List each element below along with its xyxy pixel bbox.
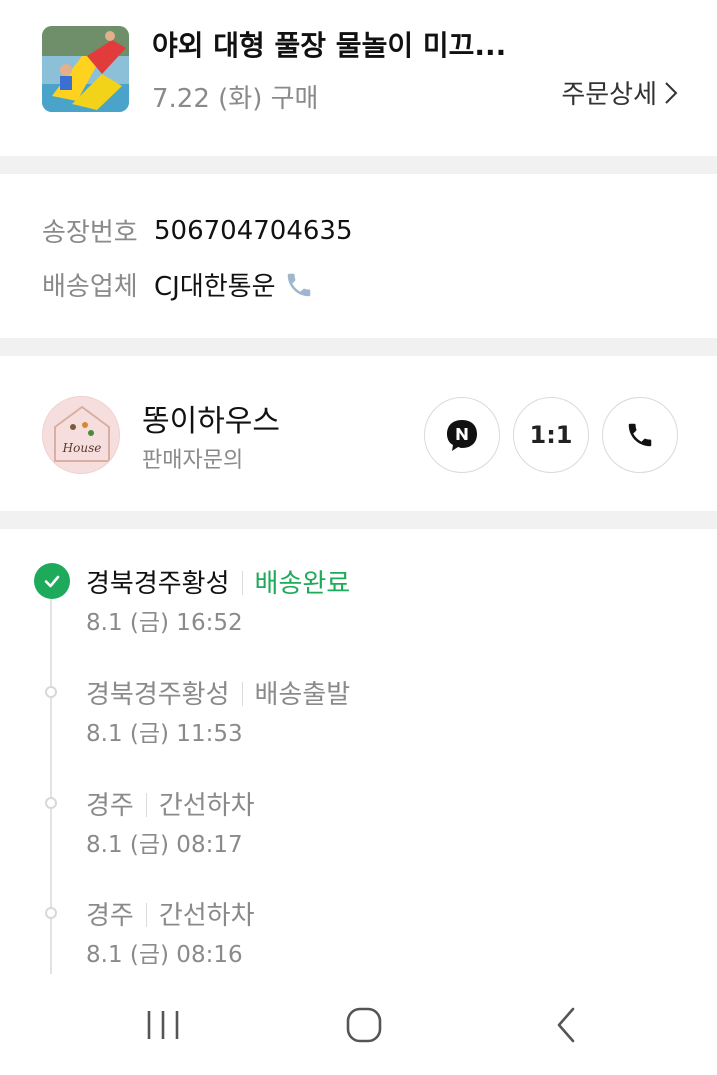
tracking-step: 경북경주황성 배송출발 8.1 (금) 11:53 [0,674,717,774]
timeline-dot-icon [45,686,57,698]
step-status: 배송완료 [254,569,351,599]
check-circle-icon [34,563,70,599]
tracking-number-value[interactable]: 506704704635 [154,216,353,246]
step-time: 8.1 (금) 16:52 [86,610,243,636]
step-time: 8.1 (금) 08:16 [86,942,243,968]
separator [241,682,243,706]
product-title[interactable]: 야외 대형 풀장 물놀이 미끄... [152,24,552,64]
product-header: 야외 대형 풀장 물놀이 미끄... 7.22 (화) 구매 주문상세 [0,0,717,156]
chevron-right-icon [665,81,678,104]
naver-talk-icon [447,420,477,451]
one-to-one-inquiry-button[interactable]: 1:1 [513,397,589,473]
tracking-number-label: 송장번호 [42,218,138,248]
step-location-status: 경북경주황성 배송출발 [86,674,350,711]
timeline-dot-icon [45,907,57,919]
carrier-name: CJ대한통운 [154,272,276,302]
back-icon [557,1007,575,1043]
svg-text:House: House [62,441,102,455]
carrier-label: 배송업체 [42,272,138,302]
product-thumbnail[interactable] [42,26,129,112]
step-status: 간선하차 [158,901,255,931]
seller-inquiry-label: 판매자문의 [142,448,244,473]
section-divider [0,156,717,174]
step-time: 8.1 (금) 08:17 [86,832,243,858]
step-status: 배송출발 [254,680,351,710]
back-button[interactable] [536,997,596,1053]
phone-icon[interactable] [284,270,314,300]
system-navigation-bar [0,975,717,1075]
step-location: 경주 [86,791,134,821]
naver-talk-button[interactable] [424,397,500,473]
step-status: 간선하차 [158,791,255,821]
tracking-step: 경주 간선하차 8.1 (금) 08:17 [0,785,717,885]
section-divider [0,338,717,356]
step-location: 경북경주황성 [86,680,230,710]
delivery-tracking-page: 야외 대형 풀장 물놀이 미끄... 7.22 (화) 구매 주문상세 송장번호… [0,0,717,1075]
home-icon [346,1007,382,1043]
phone-icon [628,423,652,447]
seller-name[interactable]: 똥이하우스 [142,396,280,440]
tracking-step: 경북경주황성 배송완료 8.1 (금) 16:52 [0,563,717,663]
section-divider [0,511,717,529]
purchase-date: 7.22 (화) 구매 [152,84,319,114]
separator [145,903,147,927]
separator [241,571,243,595]
timeline-dot-icon [45,797,57,809]
seller-logo[interactable]: House [42,396,120,474]
inflatable-water-slide-photo [42,26,129,112]
step-time: 8.1 (금) 11:53 [86,721,243,747]
order-detail-label: 주문상세 [561,80,657,110]
house-logo-icon: House [43,397,119,473]
step-location: 경주 [86,901,134,931]
order-detail-link[interactable]: 주문상세 [561,74,679,111]
call-seller-button[interactable] [602,397,678,473]
step-location-status: 경주 간선하차 [86,895,255,932]
home-button[interactable] [334,997,394,1053]
recent-apps-icon [147,1011,179,1039]
separator [145,793,147,817]
one-to-one-label: 1:1 [529,421,573,449]
recent-apps-button[interactable] [133,997,193,1053]
step-location-status: 경북경주황성 배송완료 [86,563,350,600]
tracking-number-row: 송장번호 506704704635 [42,212,353,249]
step-location-status: 경주 간선하차 [86,785,255,822]
carrier-row: 배송업체 CJ대한통운 [42,266,314,303]
step-location: 경북경주황성 [86,569,230,599]
